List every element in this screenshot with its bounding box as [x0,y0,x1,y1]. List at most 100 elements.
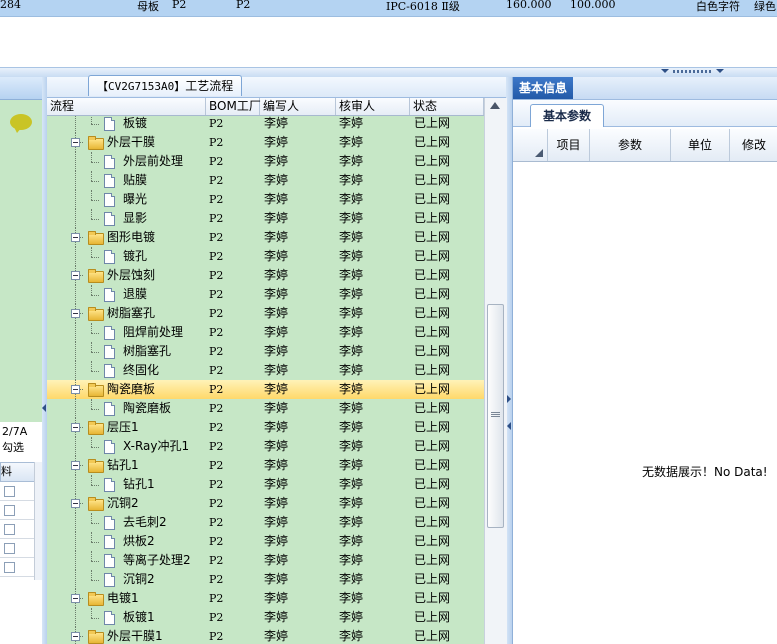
collapse-minus-icon[interactable] [71,138,80,147]
col-header-reviewer[interactable]: 核审人 [336,98,410,115]
tree-line [91,295,99,296]
tree-row[interactable]: 图形电镀 P2 李婷 李婷 已上网 [47,228,484,247]
folder-icon [88,459,104,473]
col-header-process[interactable]: 流程 [47,98,206,115]
col-header-item[interactable]: 项目 [548,129,590,161]
col-header-writer[interactable]: 编写人 [260,98,336,115]
process-flow-panel: 【CV2G7153A0】工艺流程 流程 BOM工厂 编写人 核审人 状态 板镀 P… [47,75,507,644]
tree-row[interactable]: 板镀 P2 李婷 李婷 已上网 [47,116,484,133]
tree-row[interactable]: 外层干膜1 P2 李婷 李婷 已上网 [47,627,484,644]
collapse-minus-icon[interactable] [71,271,80,280]
collapse-minus-icon[interactable] [71,233,80,242]
tree-row[interactable]: 电镀1 P2 李婷 李婷 已上网 [47,589,484,608]
mini-grid-row[interactable] [0,520,34,539]
cell-status: 已上网 [414,249,451,263]
tab-basic-info[interactable]: 基本信息 [513,77,574,99]
tree-line [91,219,99,220]
collapse-minus-icon[interactable] [71,385,80,394]
col-header-param[interactable]: 参数 [590,129,671,161]
cell-writer: 李婷 [264,249,289,263]
grid-vertical-scrollbar[interactable] [484,98,507,644]
scroll-up-icon[interactable] [490,102,500,109]
collapse-right-icon[interactable] [507,395,511,403]
tree-row[interactable]: 板镀1 P2 李婷 李婷 已上网 [47,608,484,627]
mini-grid-row[interactable] [0,482,34,501]
tree-row[interactable]: 层压1 P2 李婷 李婷 已上网 [47,418,484,437]
cell-status: 已上网 [414,401,451,415]
tree-row[interactable]: 沉铜2 P2 李婷 李婷 已上网 [47,570,484,589]
tree-row[interactable]: 贴膜 P2 李婷 李婷 已上网 [47,171,484,190]
collapse-minus-icon[interactable] [71,309,80,318]
cell-writer: 李婷 [264,287,289,301]
tree-row[interactable]: 曝光 P2 李婷 李婷 已上网 [47,190,484,209]
tree-line [91,257,99,258]
tree-row[interactable]: 烘板2 P2 李婷 李婷 已上网 [47,532,484,551]
tree-row[interactable]: 树脂塞孔 P2 李婷 李婷 已上网 [47,342,484,361]
tree-row[interactable]: 镀孔 P2 李婷 李婷 已上网 [47,247,484,266]
tree-row[interactable]: 外层蚀刻 P2 李婷 李婷 已上网 [47,266,484,285]
tab-process-flow[interactable]: 【CV2G7153A0】工艺流程 [88,75,243,96]
tree-row[interactable]: 外层干膜 P2 李婷 李婷 已上网 [47,133,484,152]
mini-grid-row[interactable] [0,501,34,520]
collapse-minus-icon[interactable] [71,632,80,641]
cell-writer: 李婷 [264,382,289,396]
tree-row[interactable]: X-Ray冲孔1 P2 李婷 李婷 已上网 [47,437,484,456]
checkbox[interactable] [4,543,15,554]
collapse-minus-icon[interactable] [71,594,80,603]
mini-grid-row[interactable] [0,539,34,558]
collapse-left-icon[interactable] [42,404,46,412]
cell-writer: 李婷 [264,591,289,605]
collapse-down-icon[interactable] [716,69,724,73]
tree-row[interactable]: 陶瓷磨板 P2 李婷 李婷 已上网 [47,380,484,399]
cell-status: 已上网 [414,610,451,624]
cell-reviewer: 李婷 [339,401,364,415]
cell-reviewer: 李婷 [339,534,364,548]
checkbox[interactable] [4,505,15,516]
chat-bubble-icon[interactable] [10,114,32,133]
tree-row[interactable]: 终固化 P2 李婷 李婷 已上网 [47,361,484,380]
left-label-1: 2/7A [2,425,28,438]
col-header-modify[interactable]: 修改 [730,129,777,161]
tree-row[interactable]: 钻孔1 P2 李婷 李婷 已上网 [47,475,484,494]
tree-row[interactable]: 显影 P2 李婷 李婷 已上网 [47,209,484,228]
cell-reviewer: 李婷 [339,458,364,472]
tree-row[interactable]: 树脂塞孔 P2 李婷 李婷 已上网 [47,304,484,323]
collapse-minus-icon[interactable] [71,423,80,432]
tree-row[interactable]: 陶瓷磨板 P2 李婷 李婷 已上网 [47,399,484,418]
cell-bom: P2 [209,497,224,510]
checkbox[interactable] [4,562,15,573]
tree-line [91,200,99,201]
tree-row[interactable]: 去毛刺2 P2 李婷 李婷 已上网 [47,513,484,532]
checkbox[interactable] [4,524,15,535]
checkbox[interactable] [4,486,15,497]
cell-reviewer: 李婷 [339,287,364,301]
tree-row[interactable]: 等离子处理2 P2 李婷 李婷 已上网 [47,551,484,570]
collapse-minus-icon[interactable] [71,461,80,470]
mini-grid-row[interactable] [0,558,34,577]
collapse-minus-icon[interactable] [71,499,80,508]
tree-line [75,152,76,171]
cell-reviewer: 李婷 [339,382,364,396]
cell-reviewer: 李婷 [339,591,364,605]
tree-row[interactable]: 阻焊前处理 P2 李婷 李婷 已上网 [47,323,484,342]
splitter-grip-icon[interactable] [673,70,711,73]
collapse-left-icon[interactable] [507,422,511,430]
cell-status: 已上网 [414,591,451,605]
tree-row[interactable]: 沉铜2 P2 李婷 李婷 已上网 [47,494,484,513]
tree-row[interactable]: 外层前处理 P2 李婷 李婷 已上网 [47,152,484,171]
cell-bom: P2 [209,193,224,206]
cell-process-name: 外层蚀刻 [107,268,156,282]
col-header-unit[interactable]: 单位 [671,129,730,161]
cell-reviewer: 李婷 [339,173,364,187]
tree-row[interactable]: 钻孔1 P2 李婷 李婷 已上网 [47,456,484,475]
tree-line [75,532,76,551]
cell-bom: P2 [209,326,224,339]
cell-process-name: 板镀 [123,116,148,130]
tab-basic-params[interactable]: 基本参数 [530,104,605,127]
col-header-bom[interactable]: BOM工厂 [206,98,261,115]
col-header-status[interactable]: 状态 [410,98,484,115]
cell-process-name: 陶瓷磨板 [123,401,172,415]
collapse-down-icon[interactable] [661,69,669,73]
scroll-thumb[interactable] [487,304,504,528]
tree-row[interactable]: 退膜 P2 李婷 李婷 已上网 [47,285,484,304]
